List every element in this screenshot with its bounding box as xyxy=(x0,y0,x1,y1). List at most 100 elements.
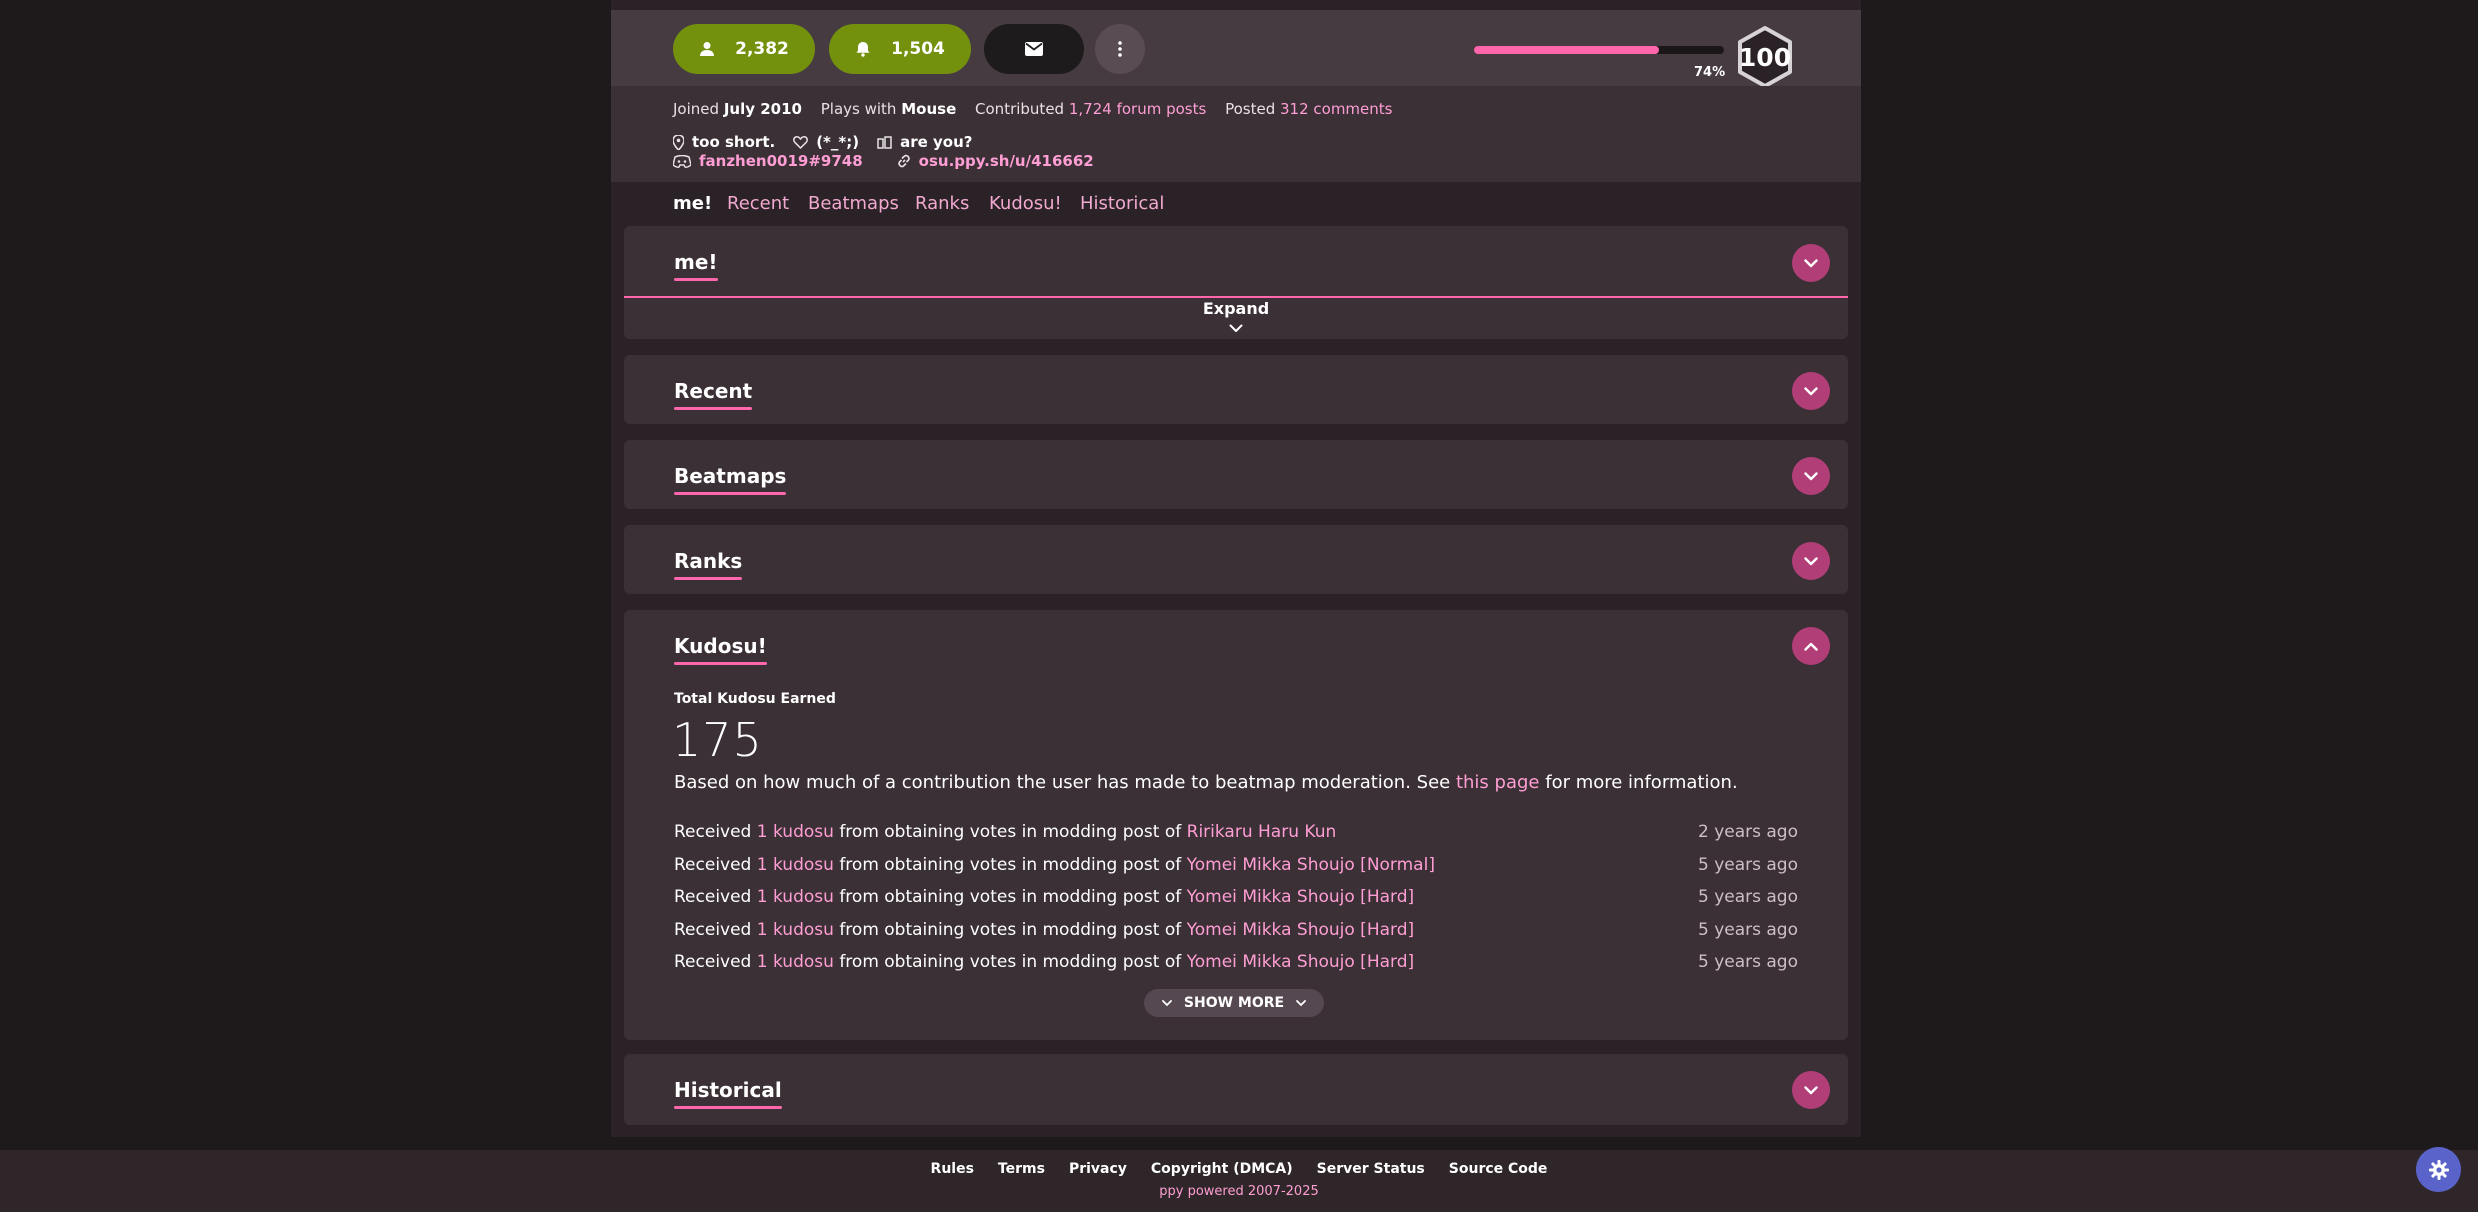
kudosu-amount-link[interactable]: 1 kudosu xyxy=(757,887,834,907)
historical-section: Historical xyxy=(624,1054,1848,1125)
footer-link-privacy[interactable]: Privacy xyxy=(1069,1161,1127,1177)
location-text: too short. xyxy=(692,133,776,151)
tab-ranks[interactable]: Ranks xyxy=(915,193,969,214)
footer-links: Rules Terms Privacy Copyright (DMCA) Ser… xyxy=(0,1161,2478,1177)
envelope-icon xyxy=(1025,42,1043,56)
profile-links-line: fanzhen0019#9748 osu.ppy.sh/u/416662 xyxy=(673,152,1094,170)
footer-link-terms[interactable]: Terms xyxy=(998,1161,1045,1177)
comments-link[interactable]: 312 comments xyxy=(1280,100,1392,118)
contributed-label: Contributed xyxy=(975,100,1065,118)
show-more-label: SHOW MORE xyxy=(1183,995,1285,1011)
occupation-text: are you? xyxy=(900,133,973,151)
footer-link-copyright[interactable]: Copyright (DMCA) xyxy=(1151,1161,1293,1177)
beatmaps-section-title: Beatmaps xyxy=(674,464,787,495)
historical-section-toggle[interactable] xyxy=(1792,1071,1830,1109)
beatmap-link[interactable]: Yomei Mikka Shoujo [Hard] xyxy=(1187,952,1415,972)
kudosu-timestamp: 5 years ago xyxy=(1697,920,1798,940)
kudosu-history-row: Received 1 kudosu from obtaining votes i… xyxy=(674,887,1798,907)
recent-section: Recent xyxy=(624,355,1848,424)
ranks-section-title: Ranks xyxy=(674,549,743,580)
discord-text: fanzhen0019#9748 xyxy=(699,152,863,170)
beatmap-link[interactable]: Yomei Mikka Shoujo [Hard] xyxy=(1187,920,1415,940)
tab-kudosu[interactable]: Kudosu! xyxy=(989,193,1062,214)
level-progress-fill xyxy=(1474,46,1659,54)
friends-button[interactable]: 2,382 xyxy=(673,24,815,74)
kudosu-history-row: Received 1 kudosu from obtaining votes i… xyxy=(674,952,1798,972)
profile-meta-line: too short. (*_*;) are you? xyxy=(673,133,972,151)
chevron-down-icon xyxy=(1804,1085,1818,1094)
expand-label: Expand xyxy=(1202,299,1270,318)
show-more-button[interactable]: SHOW MORE xyxy=(1144,989,1324,1017)
beatmap-link[interactable]: Yomei Mikka Shoujo [Normal] xyxy=(1187,855,1435,875)
chevron-up-icon xyxy=(1804,642,1818,651)
joined-label: Joined xyxy=(673,100,720,118)
vertical-dots-icon xyxy=(1118,41,1122,57)
profile-column: 2,382 1,504 74% 100 Joined July 2010 Pla… xyxy=(611,0,1861,1137)
level-number: 100 xyxy=(1738,42,1792,72)
beatmaps-section: Beatmaps xyxy=(624,440,1848,509)
interests-text: (*_*;) xyxy=(816,133,860,151)
kudosu-history-row: Received 1 kudosu from obtaining votes i… xyxy=(674,855,1798,875)
discord-icon xyxy=(673,154,691,168)
chevron-down-icon xyxy=(1161,999,1172,1006)
kudosu-history-row: Received 1 kudosu from obtaining votes i… xyxy=(674,920,1798,940)
footer-link-server-status[interactable]: Server Status xyxy=(1317,1161,1425,1177)
discord-item[interactable]: fanzhen0019#9748 xyxy=(673,152,863,170)
beatmaps-section-toggle[interactable] xyxy=(1792,457,1830,495)
me-section-toggle[interactable] xyxy=(1792,244,1830,282)
forum-posts-link[interactable]: 1,724 forum posts xyxy=(1069,100,1206,118)
ranks-section: Ranks xyxy=(624,525,1848,594)
kudosu-info-link[interactable]: this page xyxy=(1456,772,1540,793)
location-item: too short. xyxy=(673,133,775,151)
kudosu-amount-link[interactable]: 1 kudosu xyxy=(757,920,834,940)
footer-link-source-code[interactable]: Source Code xyxy=(1449,1161,1548,1177)
expand-button[interactable]: Expand xyxy=(624,299,1848,337)
chevron-down-icon xyxy=(1804,471,1818,480)
followers-button[interactable]: 1,504 xyxy=(829,24,971,74)
link-icon xyxy=(897,154,910,168)
profile-stats-line: Joined July 2010 Plays with Mouse Contri… xyxy=(673,100,1392,118)
kudosu-timestamp: 5 years ago xyxy=(1697,887,1798,907)
tab-recent[interactable]: Recent xyxy=(727,193,789,214)
kudosu-amount-link[interactable]: 1 kudosu xyxy=(757,822,834,842)
beatmap-link[interactable]: Yomei Mikka Shoujo [Hard] xyxy=(1187,887,1415,907)
tab-me[interactable]: me! xyxy=(673,193,712,214)
chevron-down-icon xyxy=(1296,999,1306,1006)
tab-historical[interactable]: Historical xyxy=(1080,193,1164,214)
settings-button[interactable] xyxy=(2416,1147,2461,1192)
friends-count: 2,382 xyxy=(735,39,789,59)
beatmap-link[interactable]: Ririkaru Haru Kun xyxy=(1187,822,1337,842)
website-text: osu.ppy.sh/u/416662 xyxy=(918,152,1094,170)
me-section: me! Expand xyxy=(624,226,1848,339)
plays-value: Mouse xyxy=(901,100,957,118)
kudosu-timestamp: 5 years ago xyxy=(1697,952,1798,972)
ranks-section-toggle[interactable] xyxy=(1792,542,1830,580)
chevron-down-icon xyxy=(1804,386,1818,395)
kudosu-amount-link[interactable]: 1 kudosu xyxy=(757,855,834,875)
kudosu-total-label: Total Kudosu Earned xyxy=(674,691,836,707)
followers-count: 1,504 xyxy=(891,39,945,59)
tab-beatmaps[interactable]: Beatmaps xyxy=(808,193,899,214)
recent-section-toggle[interactable] xyxy=(1792,372,1830,410)
kudosu-section: Kudosu! Total Kudosu Earned 175 Based on… xyxy=(624,610,1848,1040)
posted-label: Posted xyxy=(1225,100,1276,118)
chevron-down-icon xyxy=(1804,556,1818,565)
kudosu-section-toggle[interactable] xyxy=(1792,627,1830,665)
level-progress-label: 74% xyxy=(1694,65,1726,80)
kudosu-amount-link[interactable]: 1 kudosu xyxy=(757,952,834,972)
chevron-down-icon xyxy=(1229,324,1243,332)
joined-value: July 2010 xyxy=(723,100,802,118)
footer-link-rules[interactable]: Rules xyxy=(931,1161,974,1177)
level-progress-bar xyxy=(1474,46,1724,54)
message-button[interactable] xyxy=(984,24,1084,74)
footer-copyright: ppy powered 2007-2025 xyxy=(1159,1184,1319,1199)
historical-section-title: Historical xyxy=(674,1078,782,1109)
plays-label: Plays with xyxy=(820,100,897,118)
recent-section-title: Recent xyxy=(674,379,753,410)
footer: Rules Terms Privacy Copyright (DMCA) Ser… xyxy=(0,1150,2478,1212)
more-options-button[interactable] xyxy=(1095,24,1145,74)
heart-icon xyxy=(793,135,809,149)
map-marker-icon xyxy=(673,134,684,150)
website-link[interactable]: osu.ppy.sh/u/416662 xyxy=(897,152,1094,170)
bell-icon xyxy=(855,41,871,57)
